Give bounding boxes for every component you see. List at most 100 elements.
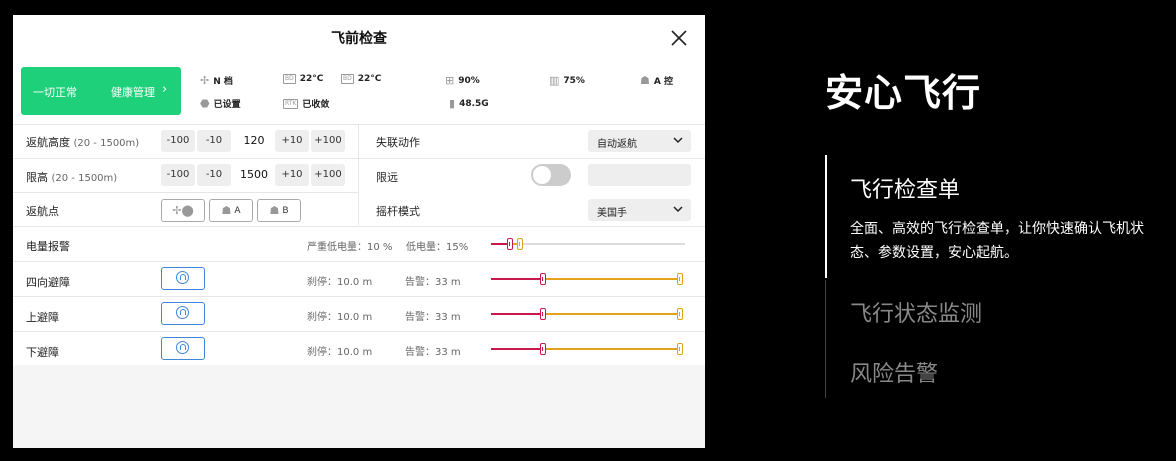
brake-segment xyxy=(491,313,543,315)
obstacle-toggle-button[interactable] xyxy=(161,267,205,290)
height-limit-value[interactable]: 1500 xyxy=(235,164,273,186)
panel-title: 飞前检查 xyxy=(331,31,387,47)
stick-mode-label: 摇杆模式 xyxy=(376,205,420,218)
battery-right-info: BD 22°C xyxy=(341,74,382,84)
brake-slider-handle[interactable] xyxy=(540,273,546,285)
obstacle-label: 下避障 xyxy=(26,346,59,359)
obstacle-toggle-button[interactable] xyxy=(161,302,205,325)
health-status-button[interactable]: 一切正常 健康管理 › xyxy=(21,67,181,115)
stick-mode-select[interactable]: 美国手 xyxy=(588,199,691,221)
height-limit-label: 限高 (20 - 1500m) xyxy=(26,171,118,184)
warning-distance: 告警：33 m xyxy=(405,312,461,323)
chevron-down-icon xyxy=(673,206,683,213)
set-home-drone-button[interactable]: ✢⬤ xyxy=(161,199,205,222)
height-limit-row: 限高 (20 - 1500m) -100 -10 1500 +10 +100 限… xyxy=(13,164,705,186)
chevron-down-icon xyxy=(673,137,683,144)
brake-slider-handle[interactable] xyxy=(540,308,546,320)
status-label: 一切正常 xyxy=(33,86,77,99)
home-point-icon: ⬣ xyxy=(200,97,210,110)
brake-segment xyxy=(491,348,543,350)
set-home-pilot-a-button[interactable]: ☗ A xyxy=(209,199,253,222)
preflight-check-panel: 飞前检查 一切正常 健康管理 › ✢ N 档 ⬣ 已设置 BD 22°C BD 22°C… xyxy=(13,15,705,448)
chevron-right-icon: › xyxy=(162,82,168,97)
panel-content: 飞前检查 一切正常 健康管理 › ✢ N 档 ⬣ 已设置 BD 22°C BD 22°C… xyxy=(13,15,705,365)
home-info: ⬣ 已设置 xyxy=(200,97,241,110)
brake-distance: 刹停：10.0 m xyxy=(307,312,373,323)
drone-location-icon: ✢⬤ xyxy=(172,204,194,217)
menu-item-checklist[interactable]: 飞行检查单 xyxy=(850,172,960,204)
pilot-icon: ☗ xyxy=(221,204,232,217)
divider xyxy=(13,158,358,159)
rth-plus-100-button[interactable]: +100 xyxy=(311,130,345,152)
health-management-link: 健康管理 xyxy=(111,86,155,99)
inactive-indicator xyxy=(825,280,826,398)
rc-battery-info: ▥ 75% xyxy=(549,74,585,87)
radar-icon xyxy=(176,271,189,284)
warning-distance: 告警：33 m xyxy=(405,277,461,288)
rc-signal-info: ⊞ 90% xyxy=(445,74,480,87)
title-bar: 飞前检查 xyxy=(13,15,705,61)
control-info: ☗ A 控 xyxy=(640,74,673,87)
critical-slider-handle[interactable] xyxy=(507,238,514,250)
obstacle-label: 上避障 xyxy=(26,311,59,324)
battery-left-info: BD 22°C xyxy=(283,74,324,84)
divider xyxy=(13,226,705,227)
feature-title: 安心飞行 xyxy=(825,71,982,115)
menu-item-status-monitor[interactable]: 飞行状态监测 xyxy=(850,296,982,328)
divider xyxy=(13,296,705,297)
obstacle-row: 上避障 刹停：10.0 m 告警：33 m xyxy=(13,302,705,328)
distance-limit-input[interactable] xyxy=(588,164,691,186)
rth-height-label: 返航高度 (20 - 1500m) xyxy=(26,136,140,149)
limit-minus-10-button[interactable]: -10 xyxy=(197,164,231,186)
lost-action-select[interactable]: 自动返航 xyxy=(588,130,691,152)
menu-item-risk-alert[interactable]: 风险告警 xyxy=(850,356,938,388)
lost-action-label: 失联动作 xyxy=(376,136,420,149)
pilot-icon: ☗ xyxy=(269,204,280,217)
obstacle-row: 四向避障 刹停：10.0 m 告警：33 m xyxy=(13,267,705,293)
brake-slider-handle[interactable] xyxy=(540,343,546,355)
divider xyxy=(13,124,705,125)
warning-slider-handle[interactable] xyxy=(677,273,683,285)
battery-warning-label: 电量报警 xyxy=(26,240,70,253)
warning-segment xyxy=(543,313,680,315)
warning-segment xyxy=(543,278,680,280)
radar-icon xyxy=(176,341,189,354)
brake-segment xyxy=(491,278,543,280)
divider xyxy=(13,331,705,332)
remote-controller-icon: ⊞ xyxy=(445,74,455,87)
brake-distance: 刹停：10.0 m xyxy=(307,277,373,288)
close-icon[interactable] xyxy=(668,27,690,49)
divider xyxy=(359,158,705,159)
active-indicator xyxy=(825,155,827,278)
home-point-row: 返航点 ✢⬤ ☗ A ☗ B 摇杆模式 美国手 xyxy=(13,199,705,222)
sd-card-icon: ▮ xyxy=(449,97,456,110)
obstacle-label: 四向避障 xyxy=(26,276,70,289)
storage-info: ▮ 48.5G xyxy=(449,97,489,110)
battery-warning-row: 电量报警 严重低电量：10 % 低电量：15% xyxy=(13,231,705,257)
home-point-label: 返航点 xyxy=(26,205,59,218)
obstacle-toggle-button[interactable] xyxy=(161,337,205,360)
battery-icon: BD xyxy=(341,74,354,84)
warning-segment xyxy=(543,348,680,350)
divider xyxy=(13,192,358,193)
rth-height-value[interactable]: 120 xyxy=(235,130,273,152)
low-slider-handle[interactable] xyxy=(517,238,524,250)
warning-slider-handle[interactable] xyxy=(677,308,683,320)
set-home-pilot-b-button[interactable]: ☗ B xyxy=(257,199,301,222)
rth-plus-10-button[interactable]: +10 xyxy=(275,130,309,152)
rth-minus-100-button[interactable]: -100 xyxy=(161,130,195,152)
brake-distance: 刹停：10.0 m xyxy=(307,347,373,358)
rth-minus-10-button[interactable]: -10 xyxy=(197,130,231,152)
rtk-info: RTK 已收敛 xyxy=(283,98,330,110)
limit-plus-100-button[interactable]: +100 xyxy=(311,164,345,186)
limit-minus-100-button[interactable]: -100 xyxy=(161,164,195,186)
rtk-icon: RTK xyxy=(283,98,299,109)
critical-battery-value: 严重低电量：10 % xyxy=(307,242,393,253)
low-battery-value: 低电量：15% xyxy=(406,242,469,253)
warning-slider-handle[interactable] xyxy=(677,343,683,355)
rth-height-row: 返航高度 (20 - 1500m) -100 -10 120 +10 +100 … xyxy=(13,130,705,152)
limit-plus-10-button[interactable]: +10 xyxy=(275,164,309,186)
distance-limit-label: 限远 xyxy=(376,171,398,184)
toggle-knob xyxy=(533,166,551,184)
distance-limit-toggle[interactable] xyxy=(531,164,571,186)
